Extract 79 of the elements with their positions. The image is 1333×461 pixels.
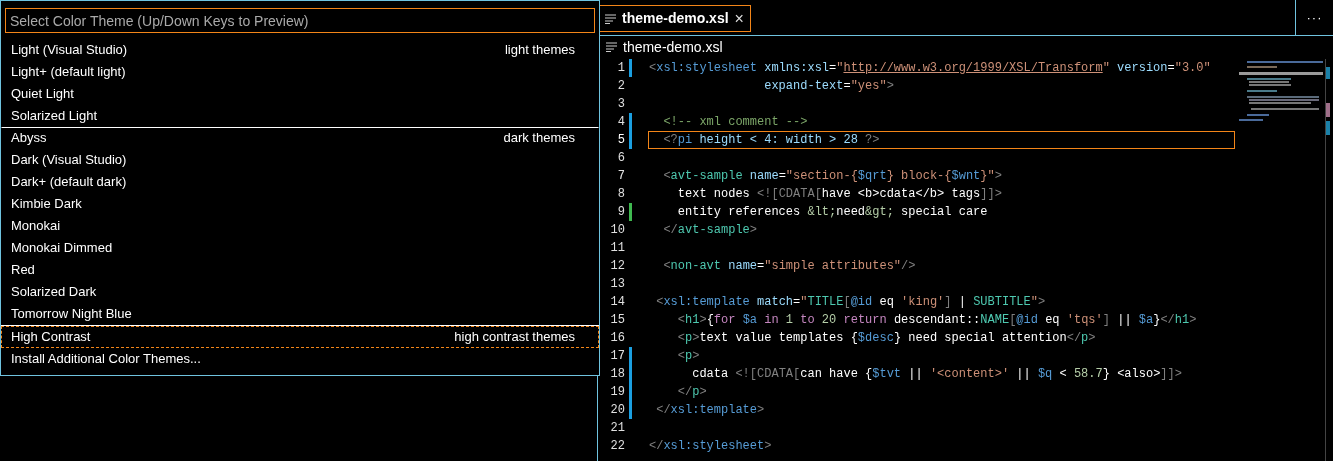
code-line: <non-avt name="simple attributes"/>: [662, 259, 916, 273]
group-label: high contrast themes: [454, 328, 576, 347]
breadcrumb-item[interactable]: theme-demo.xsl: [623, 36, 723, 58]
more-actions-button[interactable]: ···: [1306, 7, 1323, 28]
theme-name: Light+ (default light): [11, 63, 126, 82]
theme-name: Abyss: [11, 129, 47, 148]
editor-tab[interactable]: theme-demo.xsl ×: [598, 5, 751, 32]
code-line: <avt-sample name="section-{$qrt} block-{$wnt}">: [662, 169, 1002, 183]
line-number: 7: [616, 168, 625, 185]
theme-option[interactable]: Solarized Light: [1, 105, 599, 127]
code-line: <p>: [676, 349, 700, 363]
theme-name: Tomorrow Night Blue: [11, 305, 132, 324]
code-line: </avt-sample>: [662, 223, 758, 237]
line-number: 11: [609, 240, 625, 257]
theme-name: Install Additional Color Themes...: [11, 350, 201, 369]
line-number: 12: [609, 258, 625, 275]
code-line: expand-text="yes">: [763, 79, 894, 93]
code-line: entity references &lt;need&gt; special care: [676, 205, 988, 219]
line-number: 3: [616, 96, 625, 113]
theme-option[interactable]: Monokai: [1, 215, 599, 237]
code-line: <!-- xml comment -->: [662, 115, 808, 129]
theme-option[interactable]: Red: [1, 259, 599, 281]
theme-option[interactable]: Kimbie Dark: [1, 193, 599, 215]
code-line: <?pi height < 4: width > 28 ?>: [662, 133, 880, 147]
theme-option[interactable]: Dark (Visual Studio): [1, 149, 599, 171]
file-lines-icon: [605, 13, 616, 24]
line-number: 21: [609, 420, 625, 437]
theme-option[interactable]: Install Additional Color Themes...: [1, 348, 599, 370]
line-number: 13: [609, 276, 625, 293]
line-number: 2: [616, 78, 625, 95]
code-line: <p>text value templates {$desc} need special attention</p>: [676, 331, 1096, 345]
theme-name: Light (Visual Studio): [11, 41, 128, 60]
line-number: 10: [609, 222, 625, 239]
line-number: 6: [616, 150, 625, 167]
code-line: </xsl:stylesheet>: [649, 439, 772, 453]
theme-name: Dark+ (default dark): [11, 173, 127, 192]
close-icon[interactable]: ×: [734, 6, 744, 31]
code-line: cdata <![CDATA[can have {$tvt || '<content>' || $q < 58.7} <also>]]>: [691, 367, 1182, 381]
theme-name: High Contrast: [11, 328, 91, 347]
search-field[interactable]: Select Color Theme (Up/Down Keys to Preview): [5, 8, 595, 33]
theme-option[interactable]: Light (Visual Studio) light themes: [1, 39, 599, 61]
line-number: 16: [609, 330, 625, 347]
line-number: 5: [616, 132, 625, 149]
code-line: </xsl:template>: [655, 403, 765, 417]
line-number: 14: [609, 294, 625, 311]
code-line: </p>: [676, 385, 707, 399]
line-number: 20: [609, 402, 625, 419]
line-number: 18: [609, 366, 625, 383]
theme-name: Dark (Visual Studio): [11, 151, 127, 170]
line-number: 17: [609, 348, 625, 365]
theme-name: Quiet Light: [11, 85, 74, 104]
theme-name: Red: [11, 261, 35, 280]
line-number: 8: [616, 186, 625, 203]
line-number: 15: [609, 312, 625, 329]
theme-name: Solarized Light: [11, 107, 97, 126]
code-line: text nodes <![CDATA[have <b>cdata</b> tags]]>: [676, 187, 1002, 201]
theme-option[interactable]: High Contrast high contrast themes: [1, 326, 599, 348]
file-lines-icon: [606, 42, 617, 52]
theme-option[interactable]: Monokai Dimmed: [1, 237, 599, 259]
theme-option[interactable]: Dark+ (default dark): [1, 171, 599, 193]
theme-name: Solarized Dark: [11, 283, 97, 302]
line-number: 9: [616, 204, 625, 221]
theme-name: Kimbie Dark: [11, 195, 82, 214]
code-line: <xsl:stylesheet xmlns:xsl="http://www.w3.org/1999/XSL/Transform" version="3.0": [649, 61, 1211, 75]
code-line: <xsl:template match="TITLE[@id eq 'king'] | SUBTITLE">: [655, 295, 1046, 309]
group-label: light themes: [504, 41, 576, 60]
theme-option[interactable]: Light+ (default light): [1, 61, 599, 83]
line-number: 4: [616, 114, 625, 131]
line-number: 1: [616, 60, 625, 77]
theme-option[interactable]: Solarized Dark: [1, 281, 599, 303]
theme-name: Monokai Dimmed: [11, 239, 113, 258]
code-line: <h1>{for $a in 1 to 20 return descendant::NAME[@id eq 'tqs'] || $a}</h1>: [676, 313, 1197, 327]
theme-name: Monokai: [11, 217, 61, 236]
group-label: dark themes: [503, 129, 576, 148]
theme-option[interactable]: Quiet Light: [1, 83, 599, 105]
line-number: 19: [609, 384, 625, 401]
theme-option[interactable]: Abyss dark themes: [1, 127, 599, 149]
line-number: 22: [609, 438, 625, 455]
theme-option[interactable]: Tomorrow Night Blue: [1, 303, 599, 325]
